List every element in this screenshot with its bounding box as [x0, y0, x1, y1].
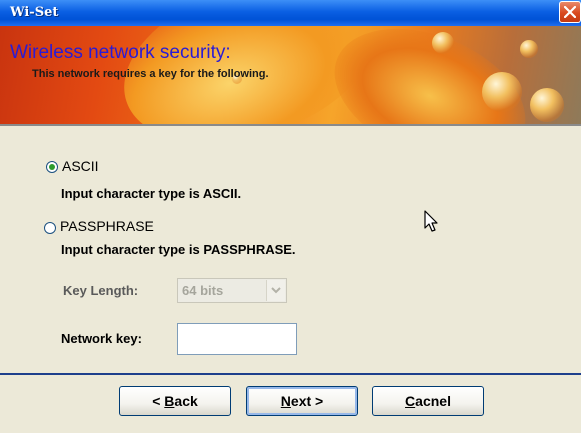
next-button-mnemonic: N	[280, 393, 291, 409]
back-button[interactable]: < Back	[119, 386, 231, 416]
header-banner: Wireless network security: This network …	[0, 26, 581, 124]
network-key-label: Network key:	[61, 331, 142, 346]
network-key-input[interactable]	[177, 323, 297, 355]
next-button[interactable]: Next >	[246, 386, 358, 416]
footer-divider	[0, 373, 581, 375]
back-button-mnemonic: B	[164, 393, 175, 409]
cancel-button[interactable]: Cacnel	[372, 386, 484, 416]
key-length-select[interactable]: 64 bits	[177, 278, 287, 303]
key-length-value: 64 bits	[182, 283, 224, 298]
ascii-description: Input character type is ASCII.	[61, 186, 242, 201]
mouse-pointer-icon	[424, 210, 438, 232]
banner-water-drop	[520, 40, 538, 58]
next-button-label: ext >	[290, 393, 324, 409]
window-title: Wi-Set	[10, 5, 59, 20]
banner-water-drop	[482, 72, 522, 112]
ascii-radio[interactable]	[46, 161, 58, 173]
banner-subheading: This network requires a key for the foll…	[32, 68, 269, 80]
back-button-prefix: <	[152, 393, 165, 409]
banner-divider	[0, 124, 581, 126]
key-length-dropdown-button[interactable]	[266, 280, 285, 301]
banner-water-drop	[432, 32, 454, 54]
ascii-label[interactable]: ASCII	[62, 158, 99, 174]
passphrase-description: Input character type is PASSPHRASE.	[61, 242, 296, 257]
cancel-button-label: acnel	[415, 393, 451, 409]
cancel-button-mnemonic: C	[405, 393, 416, 409]
key-length-label: Key Length:	[63, 283, 139, 298]
back-button-label: ack	[174, 393, 198, 409]
passphrase-radio[interactable]	[44, 222, 56, 234]
close-button[interactable]	[559, 1, 581, 23]
banner-water-drop	[530, 88, 564, 122]
banner-heading: Wireless network security:	[10, 42, 231, 63]
close-icon	[564, 6, 576, 18]
title-bar[interactable]: Wi-Set	[0, 0, 581, 26]
wi-set-dialog: Wi-Set Wireless network security: This n…	[0, 0, 581, 433]
chevron-down-icon	[271, 287, 281, 294]
passphrase-label[interactable]: PASSPHRASE	[60, 218, 154, 234]
